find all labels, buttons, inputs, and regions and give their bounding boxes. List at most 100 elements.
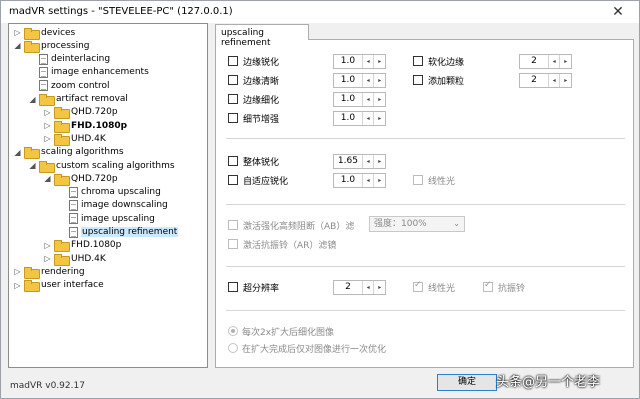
collapse-icon[interactable]: ◢ [28, 161, 37, 170]
decrement-arrow-icon[interactable]: ◂ [361, 74, 374, 87]
detail-enhance-value[interactable]: 1.0 [334, 112, 362, 125]
decrement-arrow-icon[interactable]: ◂ [361, 155, 374, 168]
super-resolution-value[interactable]: 2 [334, 281, 362, 294]
adaptive-sharpen-checkbox[interactable] [228, 175, 238, 185]
increment-arrow-icon[interactable]: ▸ [373, 174, 385, 187]
increment-arrow-icon[interactable]: ▸ [373, 93, 385, 106]
edge-sharpen-value[interactable]: 1.0 [334, 55, 362, 68]
tree-item[interactable]: deinterlacing [28, 53, 110, 66]
settings-window: madVR settings - "STEVELEE-PC" (127.0.0.… [0, 0, 640, 399]
adaptive-sharpen-value[interactable]: 1.0 [334, 174, 362, 187]
soften-edges-checkbox[interactable] [413, 56, 423, 66]
overall-sharpen-spinner[interactable]: 1.65 ◂ ▸ [333, 154, 386, 169]
adaptive-sharpen-spinner[interactable]: 1.0 ◂ ▸ [333, 173, 386, 188]
tree-item[interactable]: image enhancements [28, 66, 149, 79]
tree-item[interactable]: ▷ user interface [13, 279, 104, 293]
increment-arrow-icon[interactable]: ▸ [559, 74, 571, 87]
tree-item[interactable]: ▷ UHD.4K [43, 252, 106, 266]
expand-icon[interactable]: ▷ [13, 267, 22, 276]
decrement-arrow-icon[interactable]: ◂ [547, 74, 560, 87]
edge-clear-checkbox[interactable] [228, 75, 238, 85]
tree-item[interactable]: ◢ scaling algorithms [13, 146, 124, 160]
ab-strength-dropdown[interactable]: 强度：100% ⌄ [369, 216, 465, 232]
tree-item[interactable]: image upscaling [58, 212, 155, 225]
add-grain-value[interactable]: 2 [520, 74, 548, 87]
edge-clear-spinner[interactable]: 1.0 ◂ ▸ [333, 73, 386, 88]
collapse-icon[interactable]: ◢ [13, 41, 22, 50]
refine-after-each-2x-label: 每次2x扩大后细化图像 [242, 328, 335, 338]
expand-icon[interactable]: ▷ [43, 241, 52, 250]
edge-thin-value[interactable]: 1.0 [334, 93, 362, 106]
detail-enhance-spinner[interactable]: 1.0 ◂ ▸ [333, 111, 386, 126]
folder-icon [39, 94, 55, 106]
detail-enhance-checkbox[interactable] [228, 113, 238, 123]
super-res-antiring-checkbox[interactable] [483, 280, 493, 292]
increment-arrow-icon[interactable]: ▸ [373, 112, 385, 125]
adaptive-linear-light-checkbox[interactable] [413, 175, 423, 185]
super-resolution-checkbox[interactable] [228, 282, 238, 292]
edge-thin-checkbox[interactable] [228, 94, 238, 104]
soften-edges-value[interactable]: 2 [520, 55, 548, 68]
tree-item-label: deinterlacing [51, 54, 111, 65]
chevron-down-icon: ⌄ [453, 219, 460, 228]
expand-icon[interactable]: ▷ [43, 254, 52, 263]
increment-arrow-icon[interactable]: ▸ [373, 74, 385, 87]
increment-arrow-icon[interactable]: ▸ [373, 281, 385, 294]
decrement-arrow-icon[interactable]: ◂ [361, 93, 374, 106]
tree-item[interactable]: zoom control [28, 79, 110, 92]
ok-button[interactable]: 确定 [437, 374, 497, 391]
refine-once-after-upscale-label: 在扩大完成后仅对图像进行一次优化 [242, 345, 387, 355]
tree-item[interactable]: upscaling refinement [58, 226, 179, 239]
collapse-icon[interactable]: ◢ [13, 148, 22, 157]
tree-item-label: processing [41, 40, 90, 51]
decrement-arrow-icon[interactable]: ◂ [361, 112, 374, 125]
add-grain-checkbox[interactable] [413, 75, 423, 85]
edge-thin-spinner[interactable]: 1.0 ◂ ▸ [333, 92, 386, 107]
tree-item[interactable]: ◢ processing [13, 39, 90, 53]
close-button[interactable]: ✕ [597, 1, 639, 23]
tree-item[interactable]: ◢ QHD.720p [43, 172, 118, 186]
expand-icon[interactable]: ▷ [43, 108, 52, 117]
increment-arrow-icon[interactable]: ▸ [373, 55, 385, 68]
overall-sharpen-checkbox[interactable] [228, 156, 238, 166]
tab-upscaling-refinement[interactable]: upscaling refinement [215, 24, 309, 48]
decrement-arrow-icon[interactable]: ◂ [361, 281, 374, 294]
tree-item[interactable]: image downscaling [58, 199, 168, 212]
decrement-arrow-icon[interactable]: ◂ [547, 55, 560, 68]
expand-icon[interactable]: ▷ [13, 281, 22, 290]
tree-item[interactable]: ▷ rendering [13, 265, 85, 279]
collapse-icon[interactable]: ◢ [28, 95, 37, 104]
expand-icon[interactable]: ▷ [13, 28, 22, 37]
tree-item[interactable]: ▷ QHD.720p [43, 106, 118, 120]
decrement-arrow-icon[interactable]: ◂ [361, 55, 374, 68]
tree-item[interactable]: chroma upscaling [58, 186, 161, 199]
page-icon [39, 66, 48, 78]
soften-edges-spinner[interactable]: 2 ◂ ▸ [519, 54, 572, 69]
tree-item[interactable]: ◢ artifact removal [28, 93, 128, 106]
expand-icon[interactable]: ▷ [43, 121, 52, 130]
refine-once-after-upscale-radio[interactable] [228, 343, 238, 353]
refine-after-each-2x-radio[interactable] [228, 326, 238, 336]
super-resolution-spinner[interactable]: 2 ◂ ▸ [333, 280, 386, 295]
edge-clear-value[interactable]: 1.0 [334, 74, 362, 87]
decrement-arrow-icon[interactable]: ◂ [361, 174, 374, 187]
super-res-linear-light-checkbox[interactable] [413, 280, 423, 292]
tree-item[interactable]: ▷ FHD.1080p [43, 239, 121, 253]
add-grain-spinner[interactable]: 2 ◂ ▸ [519, 73, 572, 88]
overall-sharpen-value[interactable]: 1.65 [334, 155, 362, 168]
ab-filter-checkbox[interactable] [228, 220, 238, 230]
tree-item[interactable]: ▷ UHD.4K [43, 132, 106, 146]
increment-arrow-icon[interactable]: ▸ [373, 155, 385, 168]
collapse-icon[interactable]: ◢ [43, 174, 52, 183]
increment-arrow-icon[interactable]: ▸ [559, 55, 571, 68]
edge-sharpen-checkbox[interactable] [228, 56, 238, 66]
add-grain-label: 添加颗粒 [428, 77, 465, 87]
tree-item[interactable]: ◢ custom scaling algorithms [28, 159, 175, 173]
tree-item[interactable]: ▷ devices [13, 26, 75, 40]
edge-sharpen-spinner[interactable]: 1.0 ◂ ▸ [333, 54, 386, 69]
settings-tree[interactable]: ▷ devices ◢ processing deinterlacing image en… [8, 23, 208, 368]
expand-icon[interactable]: ▷ [43, 134, 52, 143]
ar-filter-checkbox[interactable] [228, 239, 238, 249]
tree-item[interactable]: ▷ FHD.1080p [43, 119, 127, 133]
